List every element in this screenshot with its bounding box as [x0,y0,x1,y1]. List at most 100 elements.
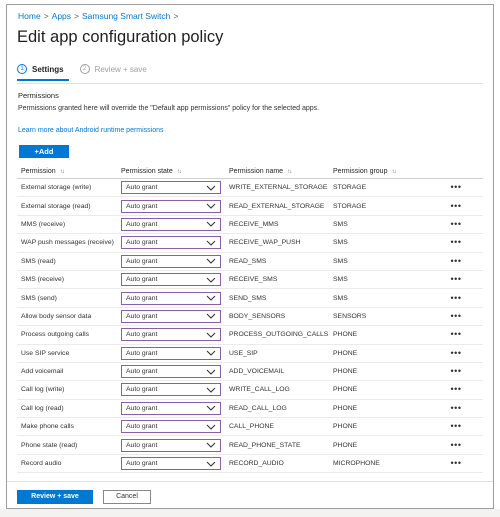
chevron-down-icon [206,406,216,412]
permission-group: STORAGE [333,184,367,192]
breadcrumb-home[interactable]: Home [18,11,41,21]
permission-name: PROCESS_OUTGOING_CALLS [229,331,329,339]
column-label: Permission name [229,168,284,175]
more-actions-icon[interactable]: ••• [451,257,462,266]
row-actions: ••• [429,257,483,266]
permission-state-dropdown[interactable]: Auto grant [121,328,221,342]
permission-state-dropdown[interactable]: Auto grant [121,273,221,287]
permission-state-dropdown[interactable]: Auto grant [121,199,221,213]
permission-label: Process outgoing calls [21,331,90,339]
more-actions-icon[interactable]: ••• [451,312,462,321]
permission-group: SMS [333,294,348,302]
permission-state-cell: Auto grant [121,401,225,415]
more-actions-icon[interactable]: ••• [451,330,462,339]
permission-state-cell: Auto grant [121,217,225,231]
more-actions-icon[interactable]: ••• [451,220,462,229]
permission-group: SENSORS [333,312,367,320]
more-actions-icon[interactable]: ••• [451,294,462,303]
column-header-permission[interactable]: Permission ↑↓ [17,168,121,175]
permission-state-dropdown[interactable]: Auto grant [121,457,221,471]
more-actions-icon[interactable]: ••• [451,385,462,394]
add-permission-button[interactable]: +Add [19,145,69,158]
column-label: Permission state [121,168,173,175]
permission-label: External storage (write) [21,184,92,192]
dropdown-value: Auto grant [126,386,158,394]
sort-arrows-icon: ↑↓ [391,168,396,175]
permission-state-dropdown[interactable]: Auto grant [121,254,221,268]
permission-state-dropdown[interactable]: Auto grant [121,236,221,250]
more-actions-icon[interactable]: ••• [451,275,462,284]
permission-state-dropdown[interactable]: Auto grant [121,181,221,195]
row-actions: ••• [429,349,483,358]
permission-label: MMS (receive) [21,220,66,228]
permission-name: RECEIVE_MMS [229,220,279,228]
permission-state-cell: Auto grant [121,199,225,213]
table-header: Permission ↑↓ Permission state ↑↓ Permissi… [17,165,483,179]
table-row: SMS (receive) Auto grant RECEIVE_SMS SMS ••• [17,271,483,290]
permission-state-dropdown[interactable]: Auto grant [121,217,221,231]
step-review-save[interactable]: 2 Review + save [79,64,147,74]
permission-name: WRITE_CALL_LOG [229,386,290,394]
breadcrumb-app[interactable]: Samsung Smart Switch [82,11,170,21]
permission-label: SMS (send) [21,294,57,302]
cancel-button[interactable]: Cancel [103,490,151,504]
table-row: Use SIP service Auto grant USE_SIP PHONE ••• [17,345,483,363]
review-save-button[interactable]: Review + save [17,490,93,504]
more-actions-icon[interactable]: ••• [451,183,462,192]
row-actions: ••• [429,294,483,303]
step-number-icon: 1 [17,64,27,74]
column-header-permission-group[interactable]: Permission group ↑↓ [329,168,429,175]
permission-state-dropdown[interactable]: Auto grant [121,365,221,379]
column-header-permission-name[interactable]: Permission name ↑↓ [225,168,329,175]
permissions-table: Permission ↑↓ Permission state ↑↓ Permissi… [17,165,483,474]
dropdown-value: Auto grant [126,257,158,265]
permission-state-dropdown[interactable]: Auto grant [121,438,221,452]
policy-editor-frame: Home > Apps > Samsung Smart Switch > Edit app… [6,4,494,509]
more-actions-icon[interactable]: ••• [451,404,462,413]
chevron-down-icon [206,424,216,430]
row-actions: ••• [429,367,483,376]
permission-label: Make phone calls [21,423,74,431]
more-actions-icon[interactable]: ••• [451,349,462,358]
steps-divider [17,83,483,84]
more-actions-icon[interactable]: ••• [451,367,462,376]
permission-state-cell: Auto grant [121,291,225,305]
sort-arrows-icon: ↑↓ [176,168,182,175]
table-row: Process outgoing calls Auto grant PROCESS_… [17,326,483,345]
permission-group: STORAGE [333,202,367,210]
permission-name: CALL_PHONE [229,423,274,431]
permission-state-dropdown[interactable]: Auto grant [121,291,221,305]
more-actions-icon[interactable]: ••• [451,238,462,247]
permission-group: PHONE [333,349,358,357]
permission-state-dropdown[interactable]: Auto grant [121,401,221,415]
column-label: Permission group [333,168,388,175]
sort-arrows-icon: ↑↓ [59,168,65,175]
chevron-down-icon [206,332,216,338]
page-bottom-band [0,509,500,517]
breadcrumb-apps[interactable]: Apps [52,11,71,21]
permission-state-dropdown[interactable]: Auto grant [121,346,221,360]
step-label: Review + save [94,64,147,74]
more-actions-icon[interactable]: ••• [451,459,462,468]
learn-more-link[interactable]: Learn more about Android runtime permiss… [18,127,164,134]
breadcrumb-separator: > [43,11,49,21]
table-row: Call log (write) Auto grant WRITE_CALL_LOG… [17,381,483,400]
column-header-permission-state[interactable]: Permission state ↑↓ [121,168,225,175]
row-actions: ••• [429,312,483,321]
step-settings[interactable]: 1 Settings [17,64,64,74]
permission-name: SEND_SMS [229,294,267,302]
wizard-steps: 1 Settings 2 Review + save [17,64,147,74]
more-actions-icon[interactable]: ••• [451,441,462,450]
row-actions: ••• [429,459,483,468]
permission-group: PHONE [333,404,358,412]
table-row: Add voicemail Auto grant ADD_VOICEMAIL PHON… [17,363,483,382]
more-actions-icon[interactable]: ••• [451,422,462,431]
more-actions-icon[interactable]: ••• [451,202,462,211]
row-actions: ••• [429,404,483,413]
permission-state-dropdown[interactable]: Auto grant [121,383,221,397]
table-body: External storage (write) Auto grant WRITE_… [17,179,483,474]
chevron-down-icon [206,258,216,264]
permission-state-dropdown[interactable]: Auto grant [121,309,221,323]
table-row: Make phone calls Auto grant CALL_PHONE PHON… [17,418,483,437]
permission-state-dropdown[interactable]: Auto grant [121,420,221,434]
